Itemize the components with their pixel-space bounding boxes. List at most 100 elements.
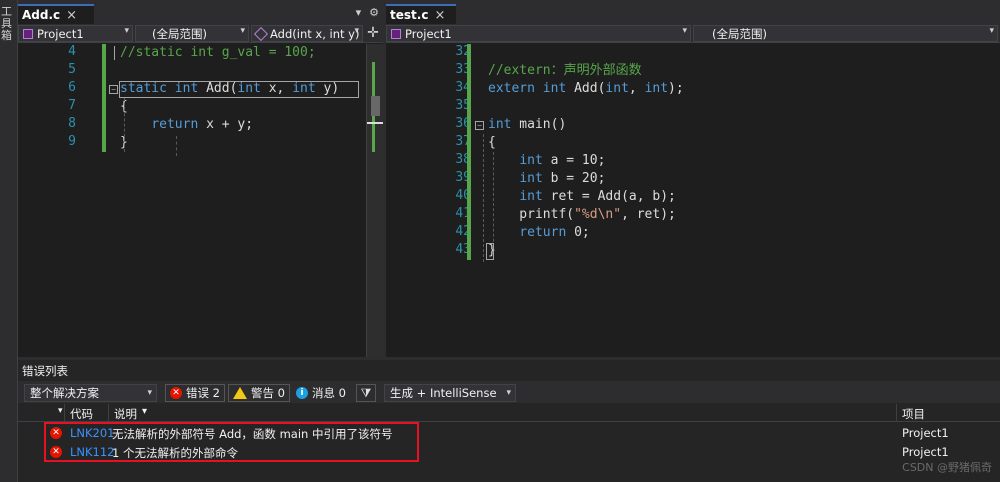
tab-list-dropdown-icon[interactable]: ▾ — [356, 6, 362, 19]
change-tracking-bar — [467, 44, 471, 260]
column-description[interactable]: 说明 — [114, 406, 137, 422]
code-line[interactable]: int ret = Add(a, b); — [488, 188, 676, 206]
code-token: int — [488, 117, 512, 132]
gear-icon[interactable]: ⚙ — [369, 6, 379, 19]
code-line[interactable]: int main() — [488, 116, 566, 134]
code-token: main() — [511, 117, 567, 132]
code-token: int — [519, 171, 543, 186]
change-tracking-bar — [102, 44, 106, 152]
fold-toggle[interactable]: − — [109, 85, 118, 94]
function-icon — [253, 26, 269, 41]
filter-icon: ⧩ — [360, 385, 372, 400]
project-combo[interactable]: Project1 ▾ — [386, 25, 691, 42]
warning-icon — [233, 387, 247, 399]
line-number: 32 — [455, 44, 471, 59]
tab-actions: ▾ ⚙ — [356, 6, 379, 19]
close-icon[interactable]: × — [66, 8, 77, 23]
scope-filter-combo[interactable]: 整个解决方案 ▾ — [24, 384, 157, 402]
error-grid-header: ▾ 代码 说明 ▾ 项目 — [18, 404, 1000, 422]
column-separator[interactable] — [896, 404, 897, 422]
code-token: //extern：声明外部函数 — [488, 63, 642, 78]
line-number: 4 — [68, 44, 76, 59]
errors-filter-button[interactable]: ✕ 错误 2 — [165, 384, 225, 402]
code-token: "%d\n" — [574, 207, 622, 222]
column-separator[interactable] — [108, 404, 109, 422]
right-navigation-bar: Project1 ▾ (全局范围) ▾ — [386, 24, 1000, 43]
line-number: 35 — [455, 98, 471, 113]
chevron-down-icon: ▾ — [240, 26, 245, 36]
chevron-down-icon: ▾ — [124, 26, 129, 36]
line-number: 9 — [68, 134, 76, 149]
code-token: x + y; — [198, 117, 254, 132]
close-icon[interactable]: × — [434, 8, 445, 23]
line-number: 37 — [455, 134, 471, 149]
vertical-scrollbar[interactable] — [366, 44, 384, 357]
line-number: 5 — [68, 62, 76, 77]
fold-toggle[interactable]: − — [475, 121, 484, 130]
brace-match-box — [486, 243, 494, 260]
toolbox-strip[interactable]: 工具箱 — [0, 0, 18, 482]
code-token: , — [628, 81, 645, 96]
code-line[interactable]: int a = 10; — [488, 152, 605, 170]
project-icon — [391, 28, 401, 39]
editor-pane-add-c: Add.c × ▾ ⚙ Project1 ▾ (全局范围) ▾ Add(int … — [18, 4, 384, 357]
code-line[interactable]: { — [488, 134, 496, 152]
errors-filter-label: 错误 2 — [186, 386, 220, 400]
sort-indicator-icon: ▾ — [58, 406, 63, 416]
brace-match-box — [119, 81, 359, 98]
comment-bracket — [114, 46, 115, 60]
member-combo[interactable]: Add(int x, int y) ▾ — [251, 25, 363, 42]
chevron-down-icon: ▾ — [354, 26, 359, 36]
panel-title: 错误列表 — [22, 364, 68, 378]
scope-combo-value: (全局范围) — [152, 26, 207, 41]
line-number: 43 — [455, 242, 471, 257]
editor-pane-test-c: test.c × Project1 ▾ (全局范围) ▾ 32 33 //exter… — [386, 4, 1000, 357]
code-editor-left[interactable]: 4//static int g_val = 100; 5 6 static int A… — [18, 44, 383, 357]
code-token: //static int g_val = 100; — [120, 45, 316, 60]
column-project[interactable]: 项目 — [902, 406, 925, 422]
build-source-combo[interactable]: 生成 + IntelliSense ▾ — [384, 384, 516, 402]
messages-filter-button[interactable]: i 消息 0 — [291, 384, 351, 402]
scope-combo[interactable]: (全局范围) ▾ — [135, 25, 249, 42]
code-token: ret = Add(a, b); — [542, 189, 676, 204]
code-line[interactable]: //extern：声明外部函数 — [488, 62, 642, 80]
project-combo[interactable]: Project1 ▾ — [18, 25, 133, 42]
warnings-filter-button[interactable]: 警告 0 — [228, 384, 290, 402]
indent-guide — [493, 152, 494, 252]
watermark: CSDN @野猪佩奇 — [902, 461, 992, 474]
code-token: return — [519, 225, 567, 240]
code-line[interactable]: //static int g_val = 100; — [120, 44, 316, 62]
toolbox-label[interactable]: 工具箱 — [1, 6, 15, 42]
tab-title: test.c — [390, 8, 429, 22]
tab-add-c[interactable]: Add.c × — [18, 4, 94, 24]
line-number: 42 — [455, 224, 471, 239]
code-token: b = 20; — [542, 171, 606, 186]
scope-combo[interactable]: (全局范围) ▾ — [693, 25, 998, 42]
code-token: printf( — [488, 207, 575, 222]
error-list-toolbar: 整个解决方案 ▾ ✕ 错误 2 警告 0 i 消息 0 ⧩ 生成 + Intel… — [18, 381, 1000, 403]
line-number: 8 — [68, 116, 76, 131]
scroll-thumb[interactable] — [371, 96, 380, 116]
code-line[interactable]: int b = 20; — [488, 170, 605, 188]
code-line[interactable]: printf("%d\n", ret); — [488, 206, 676, 224]
code-token: int — [542, 81, 567, 96]
chevron-down-icon: ▾ — [506, 388, 511, 398]
chevron-down-icon: ▾ — [147, 388, 152, 398]
split-window-icon[interactable]: ✛ — [365, 24, 381, 43]
code-line[interactable]: extern int Add(int, int); — [488, 80, 684, 98]
code-token: int — [519, 189, 543, 204]
column-code[interactable]: 代码 — [70, 406, 93, 422]
code-token: ); — [668, 81, 684, 96]
error-list-panel: 错误列表 整个解决方案 ▾ ✕ 错误 2 警告 0 i 消息 0 ⧩ 生成 + … — [18, 360, 1000, 482]
code-line[interactable]: return x + y; — [120, 116, 253, 134]
filter-button[interactable]: ⧩ — [356, 384, 376, 402]
left-tab-bar: Add.c × ▾ ⚙ — [18, 4, 383, 24]
sort-dropdown-icon[interactable]: ▾ — [142, 406, 147, 417]
info-icon: i — [296, 387, 308, 399]
code-line[interactable]: return 0; — [488, 224, 589, 242]
scope-combo-value: (全局范围) — [712, 26, 767, 41]
column-separator[interactable] — [64, 404, 65, 422]
code-token: int — [644, 81, 669, 96]
tab-test-c[interactable]: test.c × — [386, 4, 456, 24]
code-editor-right[interactable]: 32 33//extern：声明外部函数 34 extern int Add(int,… — [386, 44, 1000, 357]
